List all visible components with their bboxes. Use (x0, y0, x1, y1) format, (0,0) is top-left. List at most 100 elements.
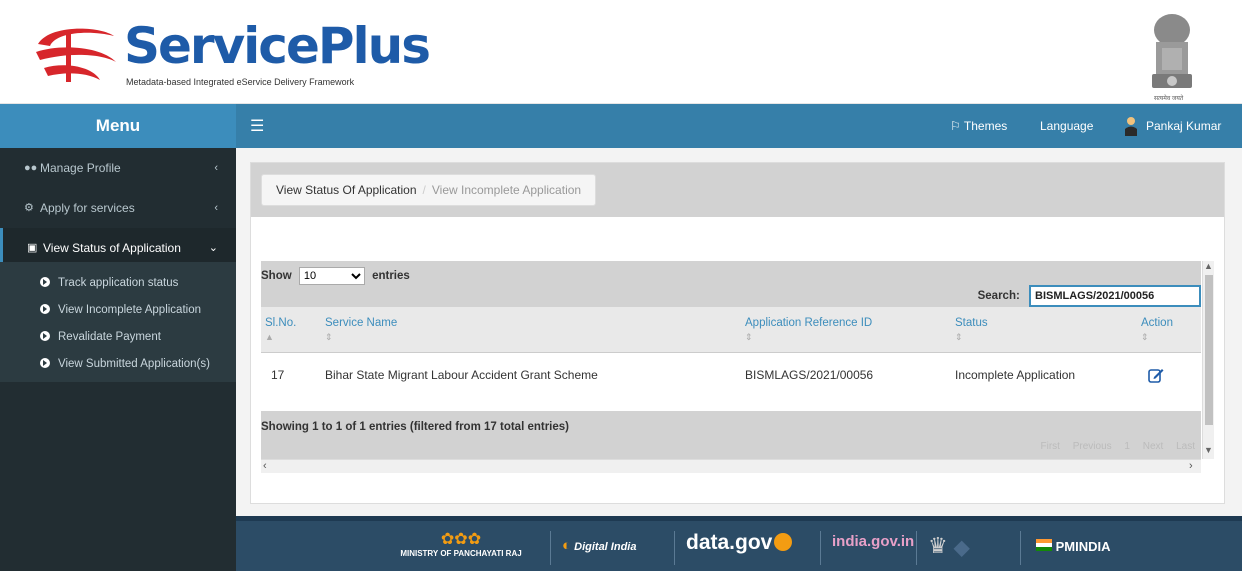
themes-link[interactable]: ⚐ Themes (950, 119, 1007, 133)
scroll-left-icon[interactable]: ‹ (263, 460, 267, 472)
emblem-icon: ♛ (928, 533, 948, 558)
column-label: Action (1141, 317, 1173, 329)
cell-slno: 17 (271, 368, 285, 382)
logo-title: ServicePlus (124, 17, 431, 75)
breadcrumb-next: View Incomplete Application (431, 183, 582, 197)
chevron-left-icon: ‹ (214, 162, 218, 174)
sort-icon: ⇕ (745, 332, 753, 342)
datatable: Show 10 entries Search: Sl.No. ▲ Service … (261, 261, 1214, 473)
scrollbar-thumb[interactable] (1205, 275, 1213, 425)
digi-faded-logo-icon: ◆ (954, 537, 970, 559)
digital-india-logo[interactable]: ◐ Digital India (562, 537, 636, 554)
pager-last[interactable]: Last (1176, 441, 1195, 452)
datatable-controls: Show 10 entries Search: (261, 261, 1201, 307)
logo-subtitle: Metadata-based Integrated eService Deliv… (126, 77, 355, 87)
sort-icon: ⇕ (1141, 332, 1149, 342)
submenu-item-view-incomplete[interactable]: View Incomplete Application (40, 304, 201, 316)
datatable-footer: Showing 1 to 1 of 1 entries (filtered fr… (261, 411, 1201, 459)
cogs-icon: ⚙ (24, 202, 34, 214)
pagination: First Previous 1 Next Last (1030, 441, 1195, 452)
sidebar-item-manage-profile[interactable]: ●● Manage Profile ‹ (0, 148, 236, 188)
emblem-flourish-icon: ✿✿✿ (440, 531, 482, 548)
arrow-circle-icon (40, 304, 50, 314)
cell-service-name: Bihar State Migrant Labour Accident Gran… (325, 368, 598, 382)
pager-previous[interactable]: Previous (1073, 441, 1112, 452)
column-header-status[interactable]: Status ⇕ (955, 317, 988, 343)
breadcrumb: View Status Of Application / View Incomple… (261, 174, 597, 206)
footer-divider (820, 531, 821, 565)
serviceplus-logo-icon (36, 28, 116, 82)
column-label: Status (955, 317, 988, 329)
themes-label: Themes (963, 119, 1008, 133)
pmindia-logo[interactable]: PMINDIA (1036, 539, 1111, 554)
breadcrumb-separator: / (422, 183, 426, 197)
search-control: Search: (978, 285, 1201, 307)
in-badge-icon (774, 533, 793, 551)
menu-heading: Menu (0, 104, 236, 148)
horizontal-scrollbar[interactable]: ‹ › (261, 459, 1201, 473)
digital-india-icon: ◐ (562, 537, 572, 554)
chevron-left-icon: ‹ (214, 202, 218, 214)
language-link[interactable]: Language (1040, 119, 1093, 133)
pager-first[interactable]: First (1040, 441, 1059, 452)
footer-divider (1020, 531, 1021, 565)
submenu-item-revalidate-payment[interactable]: Revalidate Payment (40, 331, 161, 343)
top-navbar: ☰ ⚐ Themes Language Pankaj Kumar (236, 104, 1242, 148)
table-info: Showing 1 to 1 of 1 entries (filtered fr… (261, 421, 569, 433)
scroll-up-icon[interactable]: ▲ (1204, 261, 1213, 271)
hamburger-icon[interactable]: ☰ (250, 116, 264, 136)
vertical-scrollbar[interactable]: ▲ ▼ (1202, 261, 1214, 459)
logo-label: Digital India (574, 541, 637, 553)
sidebar-item-label: Manage Profile (40, 161, 121, 175)
show-label: Show (261, 270, 292, 282)
data-gov-logo[interactable]: data.gov (686, 531, 793, 555)
column-header-action[interactable]: Action ⇕ (1141, 317, 1173, 343)
search-label: Search: (977, 290, 1020, 302)
table-row: 17 Bihar State Migrant Labour Accident G… (261, 353, 1201, 397)
submenu-label: Revalidate Payment (58, 331, 161, 343)
footer-logos: ✿✿✿ MINISTRY OF PANCHAYATI RAJ ◐ Digital… (236, 516, 1242, 571)
column-header-reference-id[interactable]: Application Reference ID ⇕ (745, 317, 872, 343)
footer-divider (916, 531, 917, 565)
entries-label: entries (372, 270, 410, 282)
sidebar-submenu: Track application status View Incomplete… (0, 262, 236, 382)
column-header-service-name[interactable]: Service Name ⇕ (325, 317, 397, 343)
submenu-label: View Incomplete Application (58, 304, 201, 316)
arrow-circle-icon (40, 277, 50, 287)
column-header-slno[interactable]: Sl.No. ▲ (265, 317, 296, 342)
submenu-item-view-submitted[interactable]: View Submitted Application(s) (40, 358, 210, 370)
logo-label: PMINDIA (1055, 539, 1111, 554)
breadcrumb-strip: View Status Of Application / View Incomple… (251, 163, 1224, 217)
sort-icon: ⇕ (955, 332, 963, 342)
scroll-right-icon[interactable]: › (1189, 460, 1193, 472)
column-label: Sl.No. (265, 317, 297, 329)
cell-reference-id: BISMLAGS/2021/00056 (745, 368, 874, 382)
users-icon: ●● (24, 162, 38, 174)
breadcrumb-current[interactable]: View Status Of Application (276, 183, 417, 197)
scroll-down-icon[interactable]: ▼ (1204, 445, 1213, 455)
page-length-select[interactable]: 10 (298, 267, 365, 285)
site-header: ServicePlus Metadata-based Integrated eS… (0, 0, 1242, 104)
footer-divider (550, 531, 551, 565)
sidebar-item-apply-for-services[interactable]: ⚙ Apply for services ‹ (0, 188, 236, 228)
main-content: View Status Of Application / View Incomple… (236, 148, 1242, 516)
logo-label: MINISTRY OF PANCHAYATI RAJ (400, 549, 522, 558)
pager-page[interactable]: 1 (1124, 441, 1130, 452)
edit-icon[interactable] (1148, 367, 1164, 383)
submenu-label: View Submitted Application(s) (58, 358, 210, 370)
panchayati-raj-logo[interactable]: ✿✿✿ MINISTRY OF PANCHAYATI RAJ (386, 529, 536, 558)
logo-label: data.gov (686, 531, 773, 554)
submenu-label: Track application status (58, 277, 179, 289)
cell-status: Incomplete Application (955, 368, 1076, 382)
emblem-caption: सत्यमेव जयते (1154, 96, 1184, 102)
user-name[interactable]: Pankaj Kumar (1146, 119, 1221, 133)
pager-next[interactable]: Next (1143, 441, 1164, 452)
india-gov-logo[interactable]: india.gov.in (832, 533, 914, 550)
flag-icon: ⚐ (950, 119, 961, 133)
column-label: Application Reference ID (745, 317, 873, 329)
submenu-item-track-status[interactable]: Track application status (40, 277, 178, 289)
sidebar-item-label: View Status of Application (43, 241, 181, 255)
sort-asc-icon: ▲ (265, 332, 274, 342)
column-label: Service Name (325, 317, 398, 329)
search-input[interactable] (1029, 285, 1201, 307)
